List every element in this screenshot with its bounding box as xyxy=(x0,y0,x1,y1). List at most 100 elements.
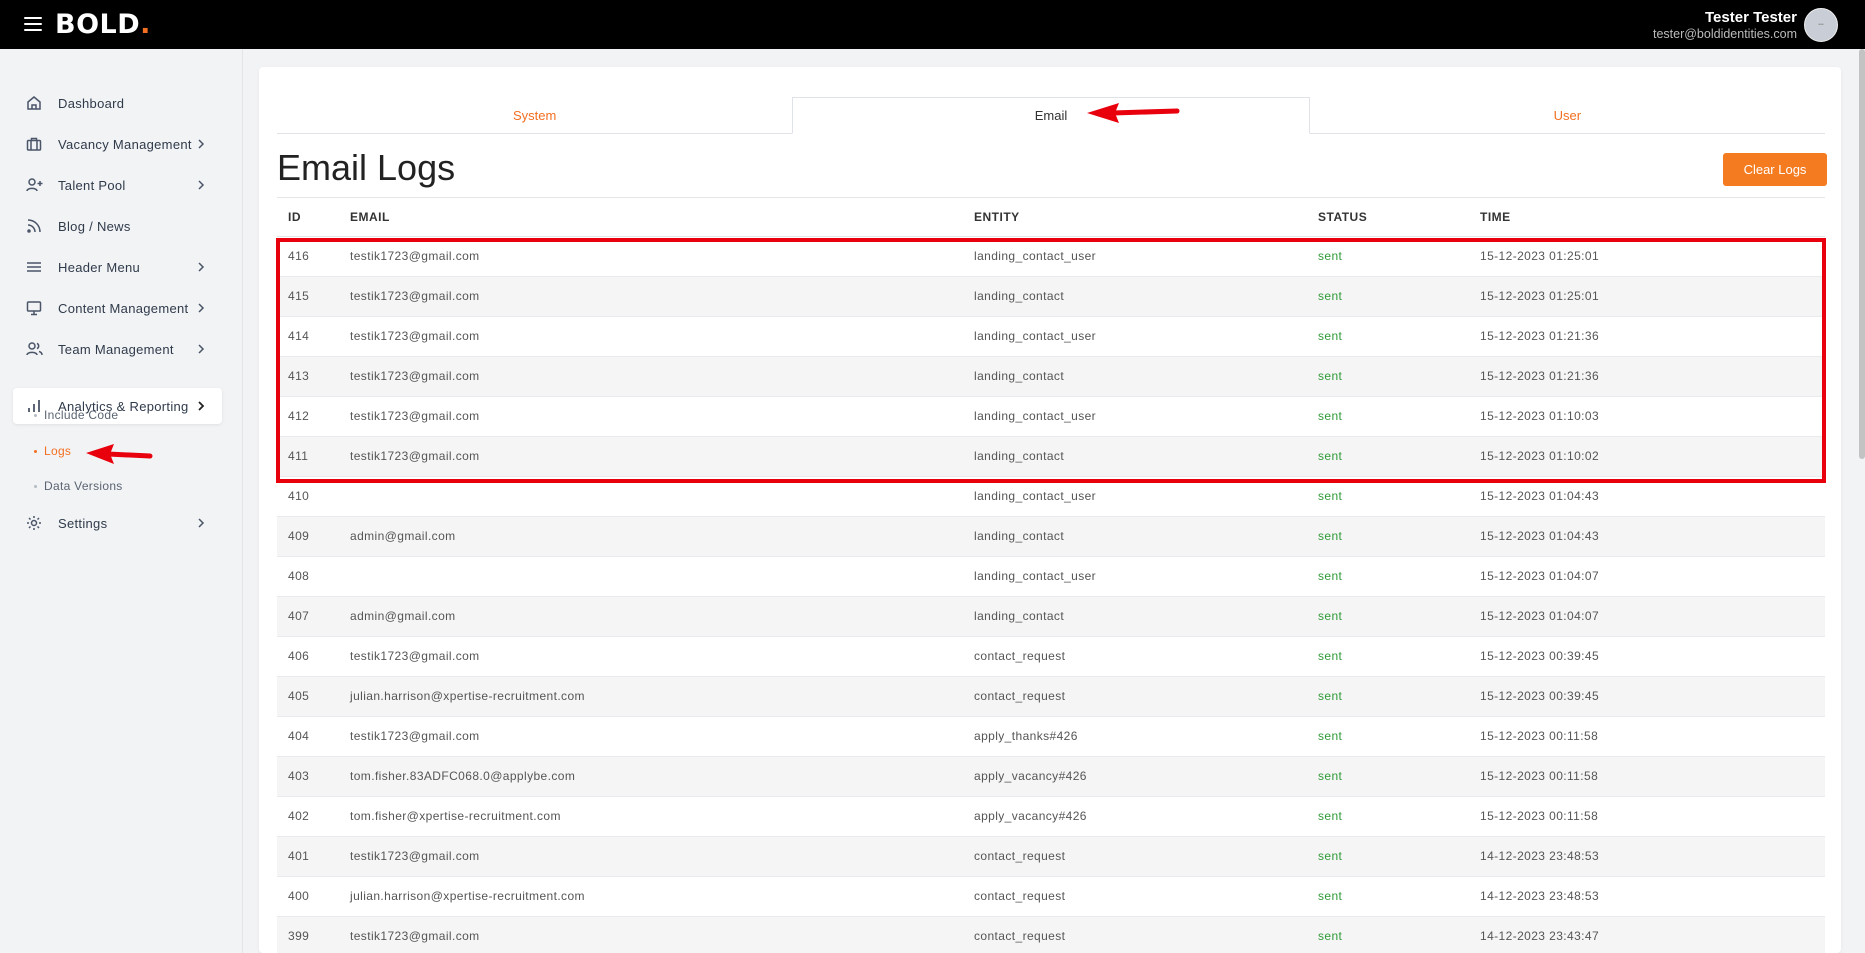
user-info[interactable]: Tester Tester tester@boldidentities.com xyxy=(1653,9,1797,41)
sidebar-subitem-data-versions[interactable]: Data Versions xyxy=(34,479,123,493)
logo-dot: . xyxy=(140,9,151,40)
sidebar-item-blog-news[interactable]: Blog / News xyxy=(13,208,222,244)
cell-email: testik1723@gmail.com xyxy=(339,396,963,437)
cell-entity: landing_contact_user xyxy=(963,556,1307,597)
cell-status: sent xyxy=(1307,796,1469,837)
cell-email: testik1723@gmail.com xyxy=(339,916,963,953)
cell-time: 15-12-2023 00:11:58 xyxy=(1469,756,1825,797)
cell-entity: contact_request xyxy=(963,876,1307,917)
sidebar-item-dashboard[interactable]: Dashboard xyxy=(13,85,222,121)
tab-system[interactable]: System xyxy=(277,97,792,133)
table-row[interactable]: 416 testik1723@gmail.com landing_contact_u… xyxy=(277,236,1825,277)
sidebar-item-settings[interactable]: Settings xyxy=(13,505,222,541)
cell-email: testik1723@gmail.com xyxy=(339,716,963,757)
top-bar: BOLD. Tester Tester tester@boldidentitie… xyxy=(0,0,1865,49)
cell-status: sent xyxy=(1307,716,1469,757)
scrollbar[interactable] xyxy=(1859,49,1865,459)
cell-time: 15-12-2023 00:39:45 xyxy=(1469,676,1825,717)
email-logs-table: ID EMAIL ENTITY STATUS TIME 416 testik172… xyxy=(277,198,1825,953)
cell-time: 15-12-2023 01:04:43 xyxy=(1469,516,1825,557)
cell-email: testik1723@gmail.com xyxy=(339,236,963,277)
cell-time: 15-12-2023 01:25:01 xyxy=(1469,276,1825,317)
cell-email: testik1723@gmail.com xyxy=(339,356,963,397)
cell-status: sent xyxy=(1307,556,1469,597)
sidebar-item-header-menu[interactable]: Header Menu xyxy=(13,249,222,285)
column-header-email: EMAIL xyxy=(339,198,963,237)
table-row[interactable]: 401 testik1723@gmail.com contact_request se… xyxy=(277,836,1825,877)
sidebar-subitem-logs[interactable]: Logs xyxy=(34,444,71,458)
clear-logs-button[interactable]: Clear Logs xyxy=(1723,153,1827,186)
user-plus-icon xyxy=(26,176,44,194)
cell-id: 404 xyxy=(277,716,339,757)
cell-entity: contact_request xyxy=(963,636,1307,677)
table-row[interactable]: 408 landing_contact_user sent 15-12-2023 01… xyxy=(277,556,1825,597)
table-row[interactable]: 404 testik1723@gmail.com apply_thanks#426 s… xyxy=(277,716,1825,757)
sidebar-item-label: Settings xyxy=(58,515,108,531)
table-row[interactable]: 409 admin@gmail.com landing_contact sent 15-… xyxy=(277,516,1825,557)
cell-email: testik1723@gmail.com xyxy=(339,836,963,877)
table-row[interactable]: 400 julian.harrison@xpertise-recruitment.… xyxy=(277,876,1825,917)
table-row[interactable]: 403 tom.fisher.83ADFC068.0@applybe.com app… xyxy=(277,756,1825,797)
table-body: 416 testik1723@gmail.com landing_contact_u… xyxy=(277,236,1825,953)
cell-id: 415 xyxy=(277,276,339,317)
table-row[interactable]: 406 testik1723@gmail.com contact_request se… xyxy=(277,636,1825,677)
cell-entity: landing_contact_user xyxy=(963,396,1307,437)
cell-id: 409 xyxy=(277,516,339,557)
main-card: System Email User Email Logs Clear Logs … xyxy=(259,67,1841,953)
cell-id: 400 xyxy=(277,876,339,917)
table-row[interactable]: 413 testik1723@gmail.com landing_contact se… xyxy=(277,356,1825,397)
column-header-id: ID xyxy=(277,198,339,237)
sidebar-item-team-management[interactable]: Team Management xyxy=(13,331,222,367)
cell-time: 15-12-2023 01:25:01 xyxy=(1469,236,1825,277)
cell-id: 405 xyxy=(277,676,339,717)
monitor-icon xyxy=(26,299,44,317)
cell-email: julian.harrison@xpertise-recruitment.com xyxy=(339,676,963,717)
sidebar-item-label: Dashboard xyxy=(58,95,125,111)
avatar[interactable]: ••• xyxy=(1804,8,1838,42)
user-email: tester@boldidentities.com xyxy=(1652,27,1797,41)
cell-id: 414 xyxy=(277,316,339,357)
sidebar-item-talent-pool[interactable]: Talent Pool xyxy=(13,167,222,203)
cell-email: julian.harrison@xpertise-recruitment.com xyxy=(339,876,963,917)
briefcase-icon xyxy=(26,135,44,153)
cell-id: 401 xyxy=(277,836,339,877)
table-row[interactable]: 410 landing_contact_user sent 15-12-2023 01… xyxy=(277,476,1825,517)
rss-icon xyxy=(26,217,44,235)
logo[interactable]: BOLD. xyxy=(55,9,151,40)
cell-status: sent xyxy=(1307,356,1469,397)
tab-email[interactable]: Email xyxy=(792,97,1310,134)
cell-id: 416 xyxy=(277,236,339,277)
table-row[interactable]: 407 admin@gmail.com landing_contact sent 15-… xyxy=(277,596,1825,637)
table-row[interactable]: 415 testik1723@gmail.com landing_contact se… xyxy=(277,276,1825,317)
table-row[interactable]: 412 testik1723@gmail.com landing_contact_u… xyxy=(277,396,1825,437)
table-row[interactable]: 411 testik1723@gmail.com landing_contact se… xyxy=(277,436,1825,477)
cell-entity: contact_request xyxy=(963,676,1307,717)
table-row[interactable]: 414 testik1723@gmail.com landing_contact_u… xyxy=(277,316,1825,357)
cell-id: 411 xyxy=(277,436,339,477)
cell-entity: landing_contact xyxy=(963,356,1307,397)
cell-entity: apply_vacancy#426 xyxy=(963,796,1307,837)
cell-email: testik1723@gmail.com xyxy=(339,636,963,677)
cell-email: testik1723@gmail.com xyxy=(339,276,963,317)
sidebar-subitem-include-code[interactable]: Include Code xyxy=(34,408,118,422)
cell-email: tom.fisher@xpertise-recruitment.com xyxy=(339,796,963,837)
sidebar-item-vacancy-management[interactable]: Vacancy Management xyxy=(13,126,222,162)
cell-id: 412 xyxy=(277,396,339,437)
cell-time: 15-12-2023 00:11:58 xyxy=(1469,796,1825,837)
sidebar-item-label: Vacancy Management xyxy=(58,136,192,152)
cell-status: sent xyxy=(1307,916,1469,953)
cell-email: testik1723@gmail.com xyxy=(339,436,963,477)
cell-id: 408 xyxy=(277,556,339,597)
home-icon xyxy=(26,94,44,112)
cell-time: 14-12-2023 23:43:47 xyxy=(1469,916,1825,953)
table-row[interactable]: 402 tom.fisher@xpertise-recruitment.com ap… xyxy=(277,796,1825,837)
table-row[interactable]: 405 julian.harrison@xpertise-recruitment.… xyxy=(277,676,1825,717)
tab-user[interactable]: User xyxy=(1310,97,1825,133)
cell-entity: landing_contact xyxy=(963,516,1307,557)
log-tabs: System Email User xyxy=(277,97,1825,134)
table-row[interactable]: 399 testik1723@gmail.com contact_request se… xyxy=(277,916,1825,953)
sidebar-item-content-management[interactable]: Content Management xyxy=(13,290,222,326)
hamburger-menu-icon[interactable] xyxy=(24,17,42,31)
cell-status: sent xyxy=(1307,836,1469,877)
chevron-right-icon xyxy=(198,180,205,190)
